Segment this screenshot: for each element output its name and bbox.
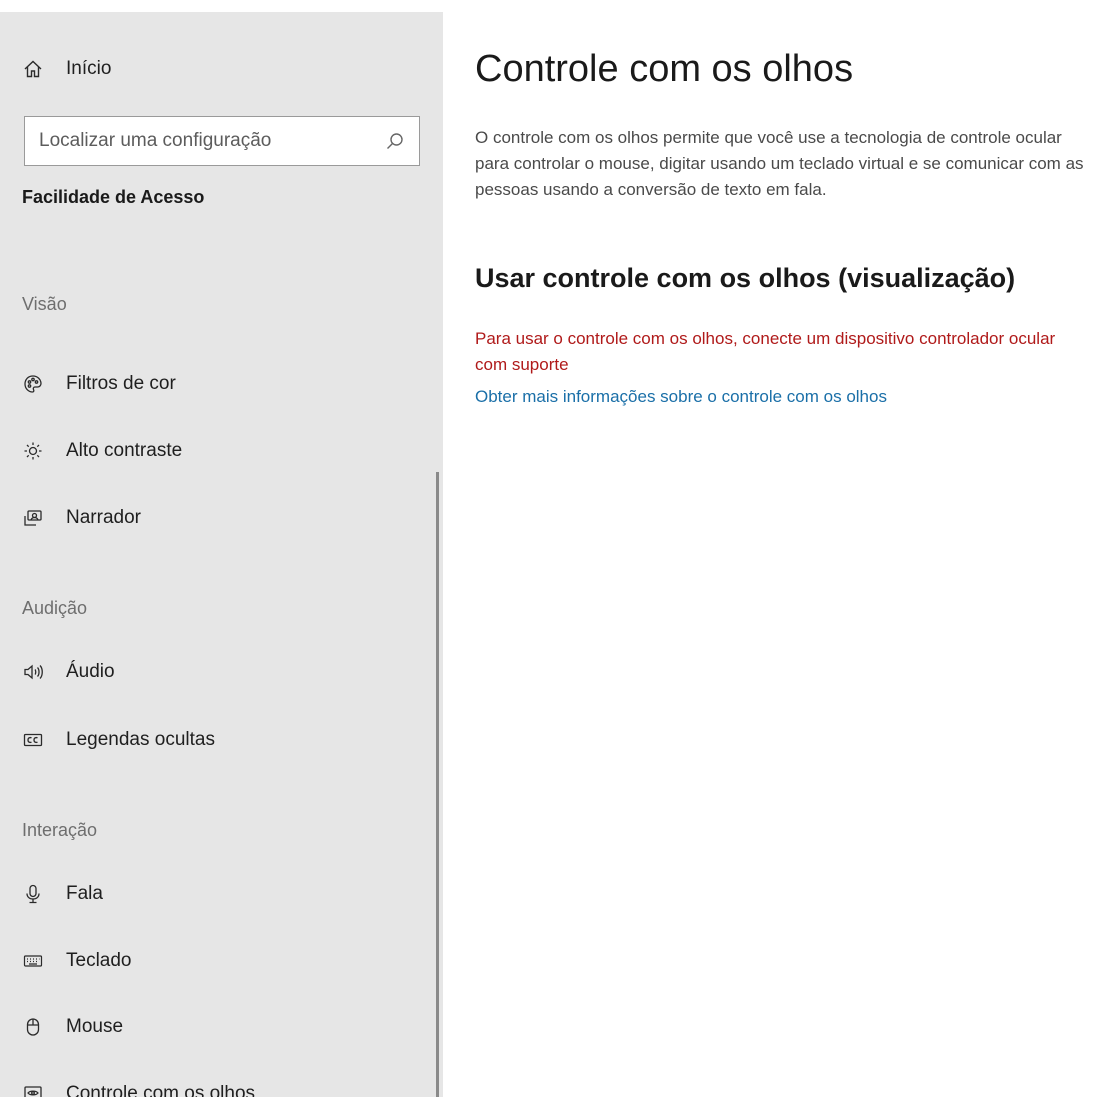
sidebar-item-keyboard[interactable]: Teclado (22, 941, 422, 981)
sidebar-item-speech[interactable]: Fala (22, 874, 422, 914)
sidebar-item-audio[interactable]: Áudio (22, 652, 422, 692)
sidebar-item-color-filters[interactable]: Filtros de cor (22, 364, 422, 404)
sidebar-item-label: Legendas ocultas (66, 729, 215, 750)
sidebar-item-label: Alto contraste (66, 440, 183, 461)
sidebar-item-label: Teclado (66, 950, 132, 971)
sidebar-item-eye-control[interactable]: Controle com os olhos (22, 1074, 422, 1097)
sidebar-item-label: Controle com os olhos (66, 1083, 256, 1097)
narrator-icon (22, 507, 44, 529)
color-filter-icon (22, 373, 44, 395)
sidebar-item-label: Fala (66, 883, 103, 904)
home-icon (22, 58, 44, 80)
page-title: Controle com os olhos (475, 48, 854, 90)
device-warning-text: Para usar o controle com os olhos, conec… (475, 329, 1056, 374)
sidebar-item-label: Filtros de cor (66, 373, 176, 394)
sidebar-item-mouse[interactable]: Mouse (22, 1007, 422, 1047)
closed-captions-icon (22, 729, 44, 751)
section-subheading: Usar controle com os olhos (visualização… (475, 263, 1016, 293)
section-heading-vision: Visão (22, 294, 67, 314)
sidebar-item-narrator[interactable]: Narrador (22, 498, 422, 538)
search-input[interactable] (39, 130, 385, 152)
microphone-icon (22, 883, 44, 905)
settings-window: Início Facilidade de Acesso Visão (0, 0, 1093, 1097)
learn-more-link[interactable]: Obter mais informações sobre o controle … (475, 384, 887, 410)
keyboard-icon (22, 950, 44, 972)
sidebar-item-label: Áudio (66, 661, 115, 682)
speaker-icon (22, 661, 44, 683)
sidebar-scrollbar[interactable] (436, 472, 439, 1097)
sidebar-item-high-contrast[interactable]: Alto contraste (22, 431, 422, 471)
section-heading-interaction: Interação (22, 820, 98, 840)
nav-home[interactable]: Início (22, 49, 422, 89)
nav-home-label: Início (66, 58, 112, 79)
eye-control-icon (22, 1083, 44, 1097)
sidebar-item-label: Narrador (66, 507, 141, 528)
category-title: Facilidade de Acesso (22, 187, 205, 207)
sidebar-item-closed-captions[interactable]: Legendas ocultas (22, 720, 422, 760)
brightness-icon (22, 440, 44, 462)
search-icon[interactable] (385, 131, 405, 151)
sidebar-item-label: Mouse (66, 1016, 124, 1037)
page-description: O controle com os olhos permite que você… (475, 128, 1084, 199)
search-box[interactable] (24, 116, 420, 166)
sidebar: Início Facilidade de Acesso Visão (0, 12, 443, 1097)
mouse-icon (22, 1016, 44, 1038)
section-heading-hearing: Audição (22, 598, 88, 618)
